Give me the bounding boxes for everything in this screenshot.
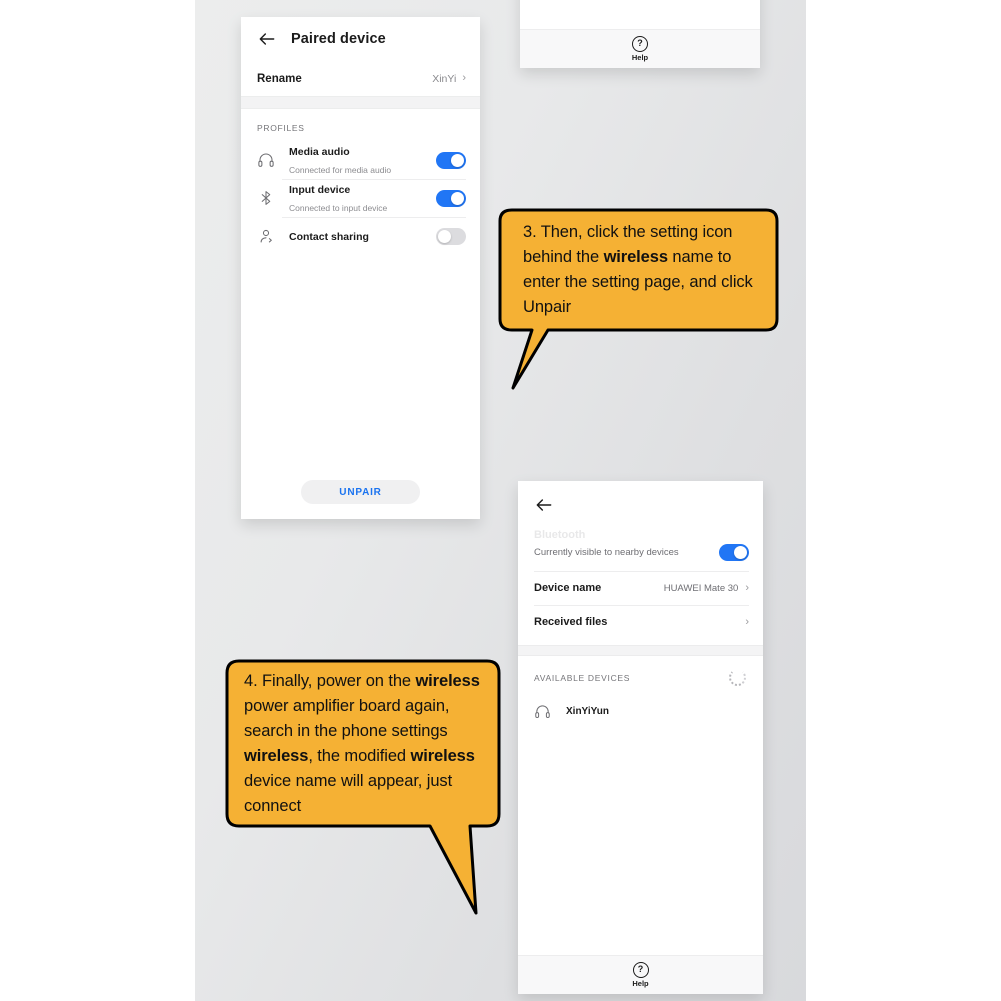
- rename-label: Rename: [257, 72, 302, 85]
- headphones-icon: [534, 703, 551, 720]
- toggle-contact-sharing[interactable]: [436, 227, 466, 245]
- toggle-knob: [438, 229, 451, 243]
- rename-value: XinYi: [432, 72, 457, 85]
- rename-row[interactable]: Rename XinYi ›: [241, 61, 480, 96]
- profile-title: Media audio: [289, 146, 350, 158]
- section-divider: [241, 96, 480, 109]
- toggle-input-device[interactable]: [436, 189, 466, 207]
- bluetooth-visible-row[interactable]: Currently visible to nearby devices: [518, 539, 763, 565]
- callout-step-4: 4. Finally, power on the wireless power …: [222, 657, 512, 917]
- available-device-name: XinYiYun: [566, 705, 609, 717]
- available-devices-title: AVAILABLE DEVICES: [534, 672, 631, 683]
- received-files-label: Received files: [534, 616, 608, 628]
- phone-screenshot-paired-device: Paired device Rename XinYi › PROFILES Me…: [241, 17, 480, 519]
- toggle-knob: [734, 545, 747, 559]
- headphones-icon: [257, 151, 275, 169]
- profile-row-input-device[interactable]: Input device Connected to input device: [241, 179, 480, 217]
- profile-title: Input device: [289, 184, 351, 196]
- toggle-bluetooth-visible[interactable]: [719, 543, 749, 561]
- phone-screenshot-bluetooth-settings: Bluetooth Currently visible to nearby de…: [518, 481, 763, 994]
- arrow-left-icon[interactable]: [257, 29, 277, 49]
- chevron-right-icon: ›: [745, 581, 749, 594]
- callout-3-text: 3. Then, click the setting icon behind t…: [523, 223, 753, 316]
- profile-row-media-audio[interactable]: Media audio Connected for media audio: [241, 141, 480, 179]
- page-title: Paired device: [291, 31, 386, 47]
- chevron-right-icon: ›: [745, 615, 749, 628]
- help-label: Help: [632, 979, 649, 988]
- phone-screenshot-top-fragment: ? Help: [520, 0, 760, 68]
- profile-row-text: Input device Connected to input device: [289, 180, 436, 216]
- chevron-right-icon: ›: [462, 72, 466, 84]
- available-devices-header: AVAILABLE DEVICES: [518, 656, 763, 696]
- paired-device-header: Paired device: [241, 17, 480, 61]
- bluetooth-header: [518, 481, 763, 529]
- device-name-value: HUAWEI Mate 30: [663, 582, 739, 594]
- profile-row-text: Contact sharing: [289, 227, 436, 245]
- toggle-knob: [451, 153, 464, 167]
- profile-subtitle: Connected for media audio: [289, 165, 392, 175]
- row-received-files[interactable]: Received files ›: [518, 605, 763, 639]
- poster-canvas: Paired device Rename XinYi › PROFILES Me…: [195, 0, 806, 1001]
- bluetooth-icon: [257, 189, 275, 207]
- callout-step-3: 3. Then, click the setting icon behind t…: [488, 207, 779, 392]
- help-label: Help: [631, 53, 649, 62]
- question-circle-icon: ?: [632, 36, 648, 52]
- help-bar-top[interactable]: ? Help: [520, 29, 760, 68]
- profile-row-text: Media audio Connected for media audio: [289, 142, 436, 178]
- unpair-button[interactable]: UNPAIR: [301, 480, 420, 504]
- profile-row-contact-sharing[interactable]: Contact sharing: [241, 217, 480, 255]
- bluetooth-visible-label: Currently visible to nearby devices: [534, 546, 679, 558]
- callout-4-text: 4. Finally, power on the wireless power …: [244, 672, 480, 815]
- profiles-section-title: PROFILES: [257, 123, 305, 133]
- help-bar-bluetooth[interactable]: ? Help: [518, 955, 763, 994]
- row-device-name[interactable]: Device name HUAWEI Mate 30 ›: [518, 571, 763, 605]
- loading-spinner-icon: [729, 669, 746, 686]
- toggle-knob: [451, 191, 464, 205]
- unpair-button-container: UNPAIR: [241, 480, 480, 504]
- available-device-row[interactable]: XinYiYun: [518, 696, 763, 726]
- question-circle-icon: ?: [632, 962, 649, 978]
- section-divider: [518, 645, 763, 656]
- toggle-media-audio[interactable]: [436, 151, 466, 169]
- profile-title: Contact sharing: [289, 231, 369, 243]
- arrow-left-icon[interactable]: [534, 495, 554, 515]
- device-name-label: Device name: [534, 582, 602, 594]
- contact-icon: [257, 227, 275, 245]
- profile-subtitle: Connected to input device: [289, 203, 388, 213]
